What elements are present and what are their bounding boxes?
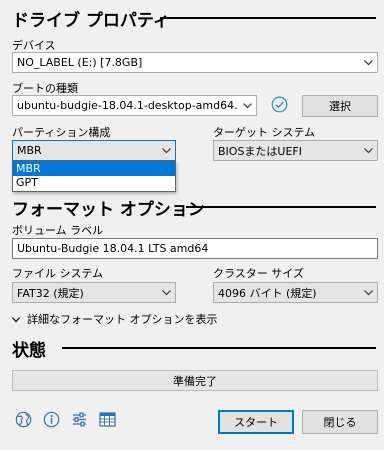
check-hash-button[interactable] [268,95,290,116]
partition-scheme-dropdown: MBR GPT [12,161,176,192]
status-heading: 状態 [12,341,46,361]
chevron-down-icon [157,141,175,160]
target-system-value: BIOSまたはUEFI [218,144,303,158]
section-divider [62,347,376,349]
partition-scheme-value: MBR [17,144,42,157]
device-label: デバイス [12,39,56,52]
partition-scheme-label: パーティション構成 [12,126,111,139]
info-icon [43,411,60,431]
log-table-icon [98,412,116,430]
boot-type-label: ブートの種類 [12,82,78,95]
file-system-select[interactable]: FAT32 (規定) [12,282,176,303]
cluster-size-select[interactable]: 4096 バイト (規定) [213,282,378,303]
device-select[interactable]: NO_LABEL (E:) [7.8GB] [12,52,378,73]
chevron-down-icon [359,53,377,72]
section-divider [186,206,376,208]
start-button[interactable]: スタート [218,410,294,434]
device-value: NO_LABEL (E:) [7.8GB] [17,56,143,69]
boot-type-value: ubuntu-budgie-18.04.1-desktop-amd64.iso [17,99,238,112]
cluster-size-value: 4096 バイト (規定) [218,286,317,300]
sliders-icon [71,411,88,431]
chevron-down-icon [238,96,256,115]
select-image-button[interactable]: 選択 [302,95,378,117]
status-progress-bar: 準備完了 [12,370,378,391]
section-divider [160,17,376,19]
target-system-label: ターゲット システム [213,126,316,139]
advanced-format-toggle[interactable]: 詳細なフォーマット オプションを表示 [12,312,218,326]
chevron-down-icon [12,313,20,326]
checkmark-circle-icon [271,96,288,116]
status-text: 準備完了 [173,374,217,388]
globe-icon [15,411,32,431]
boot-type-select[interactable]: ubuntu-budgie-18.04.1-desktop-amd64.iso [12,95,257,116]
dropdown-option-mbr[interactable]: MBR [13,162,175,176]
advanced-format-label: 詳細なフォーマット オプションを表示 [27,313,218,326]
format-options-heading: フォーマット オプション [12,200,205,220]
chevron-down-icon [157,283,175,302]
cluster-size-label: クラスター サイズ [213,267,304,280]
partition-scheme-select[interactable]: MBR [12,140,176,161]
chevron-down-icon [359,283,377,302]
drive-properties-heading: ドライブ プロパティ [12,11,170,31]
dropdown-option-gpt[interactable]: GPT [13,176,175,190]
language-button[interactable] [13,411,33,431]
file-system-label: ファイル システム [12,267,104,280]
settings-button[interactable] [69,411,89,431]
target-system-select[interactable]: BIOSまたはUEFI [213,140,378,161]
close-button[interactable]: 閉じる [302,410,378,434]
volume-label-input[interactable]: Ubuntu-Budgie 18.04.1 LTS amd64 [12,238,378,259]
volume-label-label: ボリューム ラベル [12,224,104,237]
about-button[interactable] [41,411,61,431]
chevron-down-icon [359,141,377,160]
log-button[interactable] [97,411,117,431]
file-system-value: FAT32 (規定) [17,286,84,300]
